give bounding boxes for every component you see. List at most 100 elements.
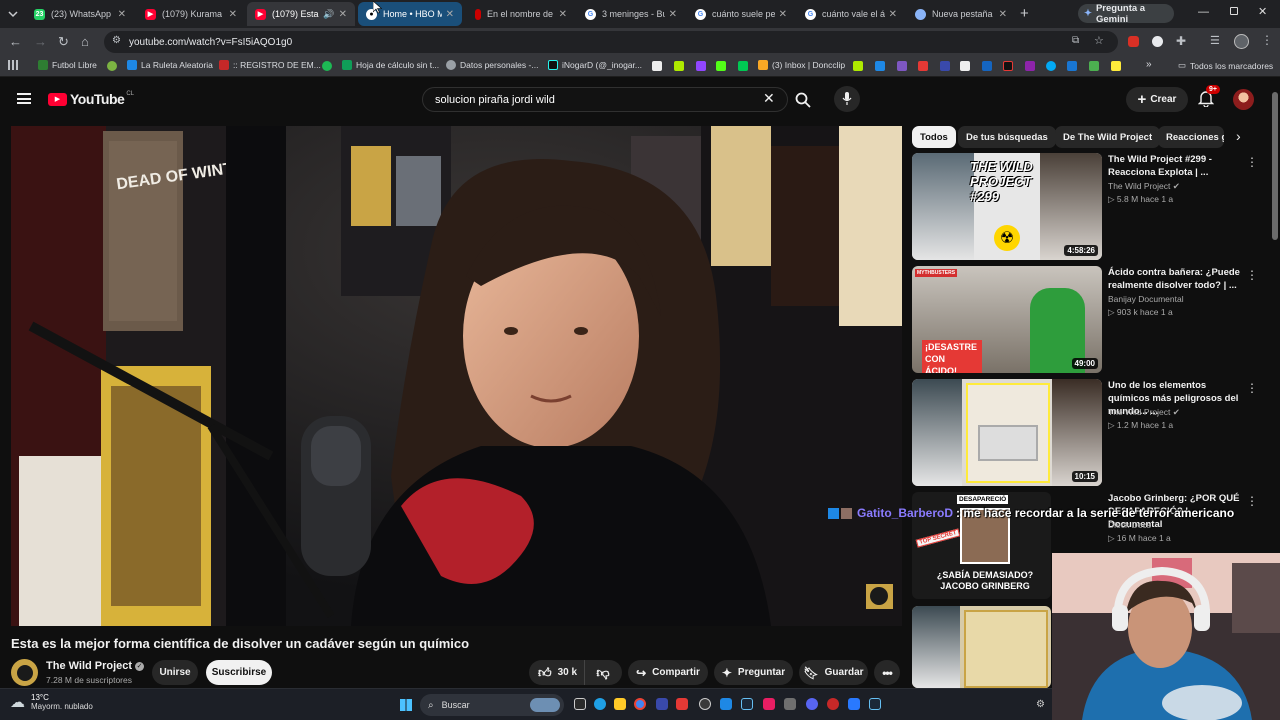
discord-icon[interactable] (806, 698, 818, 710)
more-bookmarks-icon[interactable]: » (1146, 59, 1152, 70)
close-icon[interactable]: ✕ (999, 9, 1007, 20)
extension-icon[interactable] (1152, 36, 1163, 47)
bookmark-futbol-libre[interactable]: Futbol Libre (38, 60, 97, 70)
file-explorer-icon[interactable] (614, 698, 626, 710)
more-options-icon[interactable]: ⋮ (1246, 268, 1258, 282)
reload-icon[interactable]: ↻ (58, 34, 69, 50)
close-icon[interactable]: ✕ (779, 9, 787, 20)
bookmark-ruleta[interactable]: La Ruleta Aleatoria (127, 60, 213, 70)
recommendation-item[interactable]: MYTHBUSTERS ¡DESASTRE CON ÁCIDO! 49:00 Á… (912, 266, 1262, 374)
bookmark-registro[interactable]: :: REGISTRO DE EM... (219, 60, 321, 70)
menu-icon[interactable]: ⋮ (1261, 33, 1273, 47)
close-icon[interactable]: ✕ (118, 9, 126, 20)
puzzle-icon[interactable]: ✚ (1176, 34, 1186, 48)
star-icon[interactable]: ☆ (1094, 34, 1104, 47)
site-info-icon[interactable]: ⚙ (112, 35, 121, 46)
profile-avatar[interactable] (1234, 34, 1249, 49)
search-button[interactable] (788, 87, 818, 112)
voice-search-button[interactable] (834, 86, 860, 112)
bookmark-favicon[interactable] (918, 61, 928, 71)
save-button[interactable]: 🔖︎ Guardar (799, 660, 868, 685)
reading-list-icon[interactable]: ☰ (1210, 34, 1220, 47)
more-options-icon[interactable]: ⋮ (1246, 494, 1258, 508)
like-button[interactable]: 👍︎ 30 k (529, 660, 585, 685)
tab-google-meninges[interactable]: G 3 meninges - Bus ✕ (577, 2, 685, 26)
tab-youtube-current[interactable]: ▶ (1079) Esta es 🔊 ✕ (247, 2, 355, 26)
all-bookmarks-folder[interactable]: ▭ Todos los marcadores (1178, 60, 1273, 71)
spotify-icon[interactable] (322, 61, 332, 71)
app-icon[interactable] (720, 698, 732, 710)
task-view-icon[interactable] (574, 698, 586, 710)
bookmark-favicon[interactable] (1067, 61, 1077, 71)
dislike-button[interactable]: 👎︎ (585, 660, 621, 685)
hamburger-menu-icon[interactable] (17, 93, 31, 104)
close-icon[interactable]: ✕ (559, 9, 567, 20)
video-thumbnail[interactable]: 10:15 (912, 379, 1102, 486)
bookmark-favicon[interactable] (107, 61, 117, 71)
bookmark-favicon[interactable] (674, 61, 684, 71)
subscribe-button[interactable]: Suscribirse (206, 660, 272, 685)
chips-next-icon[interactable]: › (1236, 128, 1241, 144)
bookmark-favicon[interactable] (960, 61, 970, 71)
app-icon[interactable] (763, 698, 775, 710)
recommendation-item[interactable]: 10:15 Uno de los elementos químicos más … (912, 379, 1262, 487)
bookmark-favicon[interactable] (738, 61, 748, 71)
more-options-icon[interactable]: ⋮ (1246, 155, 1258, 169)
join-button[interactable]: Unirse (152, 660, 198, 685)
bookmark-favicon[interactable] (1089, 61, 1099, 71)
close-window-button[interactable]: ✕ (1258, 5, 1267, 18)
create-button[interactable]: + Crear (1126, 87, 1188, 112)
start-button[interactable] (400, 699, 412, 711)
share-button[interactable]: ↪ Compartir (628, 660, 708, 685)
tab-google-acido[interactable]: G cuánto vale el ác ✕ (797, 2, 905, 26)
video-thumbnail[interactable]: MYTHBUSTERS ¡DESASTRE CON ÁCIDO! 49:00 (912, 266, 1102, 373)
ask-button[interactable]: ✦ Preguntar (714, 660, 793, 685)
back-icon[interactable]: ← (9, 34, 22, 50)
clear-search-icon[interactable]: ✕ (763, 90, 775, 107)
chip-reactions[interactable]: Reacciones g (1158, 126, 1224, 148)
recommendation-item[interactable]: THE WILD PROJECT #299 ☢ 4:58:26 The Wild… (912, 153, 1262, 261)
bookmark-tiktok[interactable]: iNogarD (@_inogar... (548, 60, 642, 70)
search-input[interactable]: solucion piraña jordi wild ✕ (422, 87, 788, 112)
minimize-button[interactable]: — (1198, 6, 1209, 18)
bookmark-favicon[interactable] (1111, 61, 1121, 71)
bookmark-favicon[interactable] (853, 61, 863, 71)
forward-icon[interactable]: → (34, 34, 47, 50)
address-bar[interactable]: ⚙ youtube.com/watch?v=FsI5iAQO1g0 ⧉ ☆ (104, 31, 1118, 53)
tab-search-icon[interactable] (6, 7, 20, 21)
edge-icon[interactable] (594, 698, 606, 710)
bookmark-favicon[interactable] (875, 61, 885, 71)
tab-new-tab[interactable]: Nueva pestaña ✕ (907, 2, 1015, 26)
chip-from-channel[interactable]: De The Wild Project (1055, 126, 1161, 148)
tab-youtube-kurama[interactable]: ▶ (1079) Kurama De ✕ (137, 2, 245, 26)
app-icon[interactable] (676, 698, 688, 710)
close-icon[interactable]: ✕ (446, 9, 454, 20)
bookmark-favicon[interactable] (1003, 61, 1013, 71)
chip-from-searches[interactable]: De tus búsquedas (958, 126, 1056, 148)
app-icon[interactable] (827, 698, 839, 710)
settings-icon[interactable] (699, 698, 711, 710)
recommendation-thumbnail-partial[interactable] (912, 606, 1051, 688)
close-icon[interactable]: ✕ (229, 9, 237, 20)
maximize-button[interactable] (1230, 7, 1238, 15)
chrome-taskbar-icon[interactable] (634, 698, 646, 710)
home-icon[interactable]: ⌂ (81, 34, 89, 50)
speaker-icon[interactable]: 🔊 (323, 9, 334, 20)
extension-icon[interactable] (1128, 36, 1139, 47)
steam-icon[interactable] (869, 698, 881, 710)
more-actions-button[interactable]: ••• (874, 660, 900, 685)
account-avatar[interactable] (1233, 89, 1254, 110)
gemini-button[interactable]: ✦ Pregunta a Gemini (1078, 3, 1174, 25)
bookmark-hoja-calculo[interactable]: Hoja de cálculo sin t... (342, 60, 439, 70)
app-icon[interactable] (848, 698, 860, 710)
page-scrollbar[interactable] (1272, 92, 1278, 240)
bookmark-favicon[interactable] (940, 61, 950, 71)
bookmark-favicon[interactable] (696, 61, 706, 71)
tab-google-pesa[interactable]: G cuánto suele pes ✕ (687, 2, 795, 26)
bookmark-favicon[interactable] (652, 61, 662, 71)
bookmark-favicon[interactable] (716, 61, 726, 71)
channel-avatar[interactable] (11, 659, 38, 686)
notifications-button[interactable]: 9+ (1197, 85, 1220, 112)
install-icon[interactable]: ⧉ (1072, 35, 1079, 46)
tray-icon[interactable]: ⚙ (1036, 699, 1045, 710)
